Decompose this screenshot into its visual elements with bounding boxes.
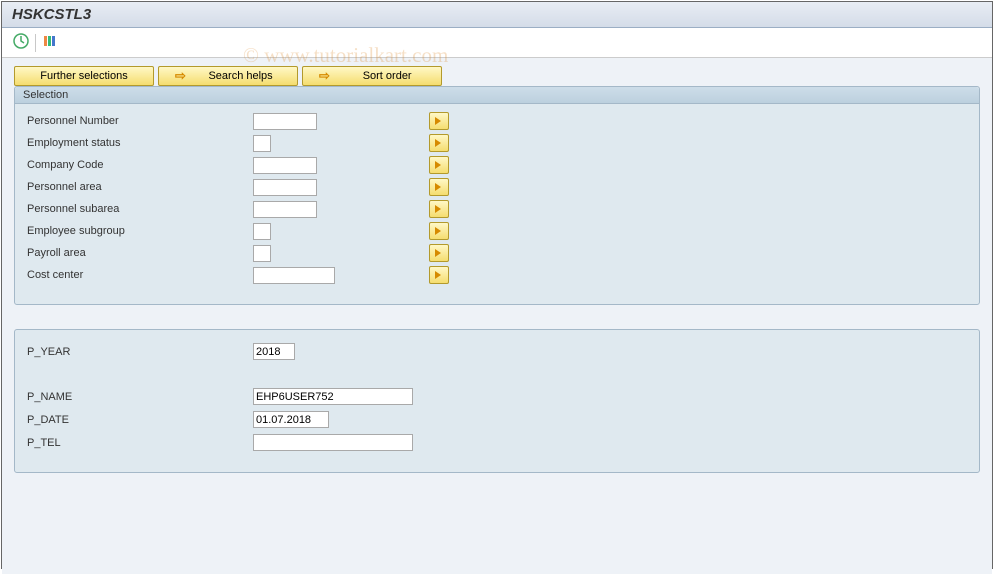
field-label: Payroll area: [23, 247, 253, 259]
sort-order-button[interactable]: ⇨ Sort order: [302, 66, 442, 86]
variant-icon[interactable]: [41, 32, 59, 53]
selection-input-low[interactable]: [253, 245, 271, 262]
panel-header: Selection: [15, 87, 979, 104]
multiple-selection-button[interactable]: [429, 244, 449, 262]
arrow-right-icon: [433, 137, 445, 149]
multiple-selection-button[interactable]: [429, 156, 449, 174]
arrow-right-icon: ⇨: [319, 68, 330, 84]
multiple-selection-button[interactable]: [429, 178, 449, 196]
p-name-label: P_NAME: [23, 391, 253, 403]
p-year-input[interactable]: [253, 343, 295, 360]
selection-row: Personnel Number: [23, 110, 971, 132]
field-label: Cost center: [23, 269, 253, 281]
execute-icon[interactable]: [12, 32, 30, 53]
selection-input-low[interactable]: [253, 113, 317, 130]
arrow-right-icon: ⇨: [175, 68, 186, 84]
p-date-label: P_DATE: [23, 414, 253, 426]
selection-row: Employment status: [23, 132, 971, 154]
selection-input-low[interactable]: [253, 135, 271, 152]
field-label: Personnel subarea: [23, 203, 253, 215]
button-label: Sort order: [363, 70, 412, 82]
selection-row: Payroll area: [23, 242, 971, 264]
arrow-right-icon: [433, 181, 445, 193]
selection-row: Employee subgroup: [23, 220, 971, 242]
search-helps-button[interactable]: ⇨ Search helps: [158, 66, 298, 86]
arrow-right-icon: [433, 225, 445, 237]
p-year-label: P_YEAR: [23, 346, 253, 358]
arrow-right-icon: [433, 159, 445, 171]
button-label: Further selections: [40, 70, 127, 82]
multiple-selection-button[interactable]: [429, 112, 449, 130]
p-name-input[interactable]: [253, 388, 413, 405]
p-date-input[interactable]: [253, 411, 329, 428]
selection-input-low[interactable]: [253, 267, 335, 284]
field-label: Personnel Number: [23, 115, 253, 127]
selection-input-low[interactable]: [253, 157, 317, 174]
app-toolbar: [2, 28, 992, 58]
arrow-right-icon: [433, 247, 445, 259]
further-selections-button[interactable]: Further selections: [14, 66, 154, 86]
p-tel-label: P_TEL: [23, 437, 253, 449]
arrow-right-icon: [433, 269, 445, 281]
toolbar-separator: [35, 34, 36, 52]
button-label: Search helps: [208, 70, 272, 82]
selection-row: Cost center: [23, 264, 971, 286]
multiple-selection-button[interactable]: [429, 222, 449, 240]
selection-input-low[interactable]: [253, 201, 317, 218]
multiple-selection-button[interactable]: [429, 134, 449, 152]
p-tel-input[interactable]: [253, 434, 413, 451]
selection-input-low[interactable]: [253, 223, 271, 240]
parameters-panel: P_YEAR P_NAME P_DATE P_TEL: [14, 329, 980, 473]
selection-row: Company Code: [23, 154, 971, 176]
selection-input-low[interactable]: [253, 179, 317, 196]
multiple-selection-button[interactable]: [429, 200, 449, 218]
field-label: Employment status: [23, 137, 253, 149]
arrow-right-icon: [433, 115, 445, 127]
field-label: Employee subgroup: [23, 225, 253, 237]
arrow-right-icon: [433, 203, 445, 215]
content-area: Further selections ⇨ Search helps ⇨ Sort…: [2, 58, 992, 574]
page-title: HSKCSTL3: [2, 2, 992, 28]
selection-row: Personnel area: [23, 176, 971, 198]
selection-row: Personnel subarea: [23, 198, 971, 220]
field-label: Personnel area: [23, 181, 253, 193]
multiple-selection-button[interactable]: [429, 266, 449, 284]
field-label: Company Code: [23, 159, 253, 171]
selection-panel: Selection Personnel Number Employment sta…: [14, 86, 980, 305]
